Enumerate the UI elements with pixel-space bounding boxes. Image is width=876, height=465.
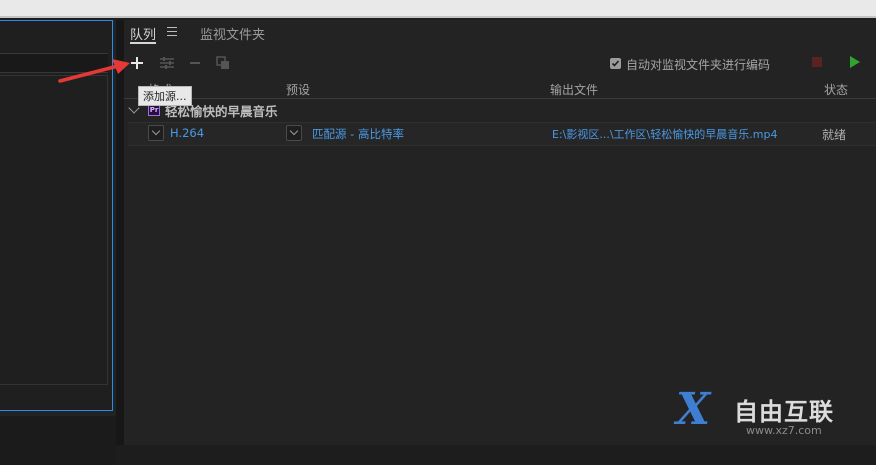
tab-watch-folders-label: 监视文件夹 [200,28,266,43]
add-source-tooltip: 添加源... [138,86,192,106]
watermark-brand: 自由互联 [734,398,834,426]
queue-item-row[interactable]: H.264 匹配源 - 高比特率 E:\影视区...\工作区\轻松愉快的早晨音乐… [128,122,876,146]
tab-queue[interactable]: 队列 [130,24,157,44]
auto-encode-label: 自动对监视文件夹进行编码 [626,58,771,72]
watermark-logo: X 自由互联 www.xz7.com [676,380,876,445]
chevron-down-icon [151,126,161,136]
tab-queue-label: 队列 [130,28,157,43]
checkmark-icon [611,60,620,67]
format-dropdown[interactable] [148,125,164,141]
preset-dropdown[interactable] [286,125,302,141]
preset-value[interactable]: 匹配源 - 高比特率 [312,126,404,142]
start-queue-button[interactable] [850,56,860,68]
tab-queue-underline [130,42,156,44]
queue-toolbar: 自动对监视文件夹进行编码 [124,52,876,76]
tab-watch-folders[interactable]: 监视文件夹 [200,24,265,43]
left-panel-list[interactable] [0,75,108,385]
duplicate-button[interactable] [214,54,232,72]
queue-settings-button[interactable] [158,54,176,72]
chevron-down-icon [289,126,299,136]
auto-encode-checkbox[interactable] [610,58,621,69]
left-panel-footer [0,416,116,465]
column-output-file[interactable]: 输出文件 [550,81,598,98]
duplicate-icon [216,56,229,69]
watermark-x-mark: X [676,384,711,435]
settings-icon [160,57,174,69]
remove-button[interactable] [186,54,204,72]
panel-menu-icon[interactable] [167,27,177,36]
watermark-url: www.xz7.com [746,424,822,437]
queue-column-headers: 格式 预设 输出文件 状态 [124,78,876,99]
minus-icon [190,62,200,64]
top-strip-divider [0,16,876,18]
queue-group-row[interactable]: Pr 轻松愉快的早晨音乐 [124,100,876,120]
stop-queue-button[interactable] [812,57,822,67]
status-value: 就绪 [822,128,847,142]
column-preset[interactable]: 预设 [286,81,310,98]
column-status[interactable]: 状态 [824,81,848,98]
top-strip [0,0,876,18]
output-file-path[interactable]: E:\影视区...\工作区\轻松愉快的早晨音乐.mp4 [552,126,777,142]
annotation-arrow [58,59,130,83]
format-value[interactable]: H.264 [170,126,204,140]
